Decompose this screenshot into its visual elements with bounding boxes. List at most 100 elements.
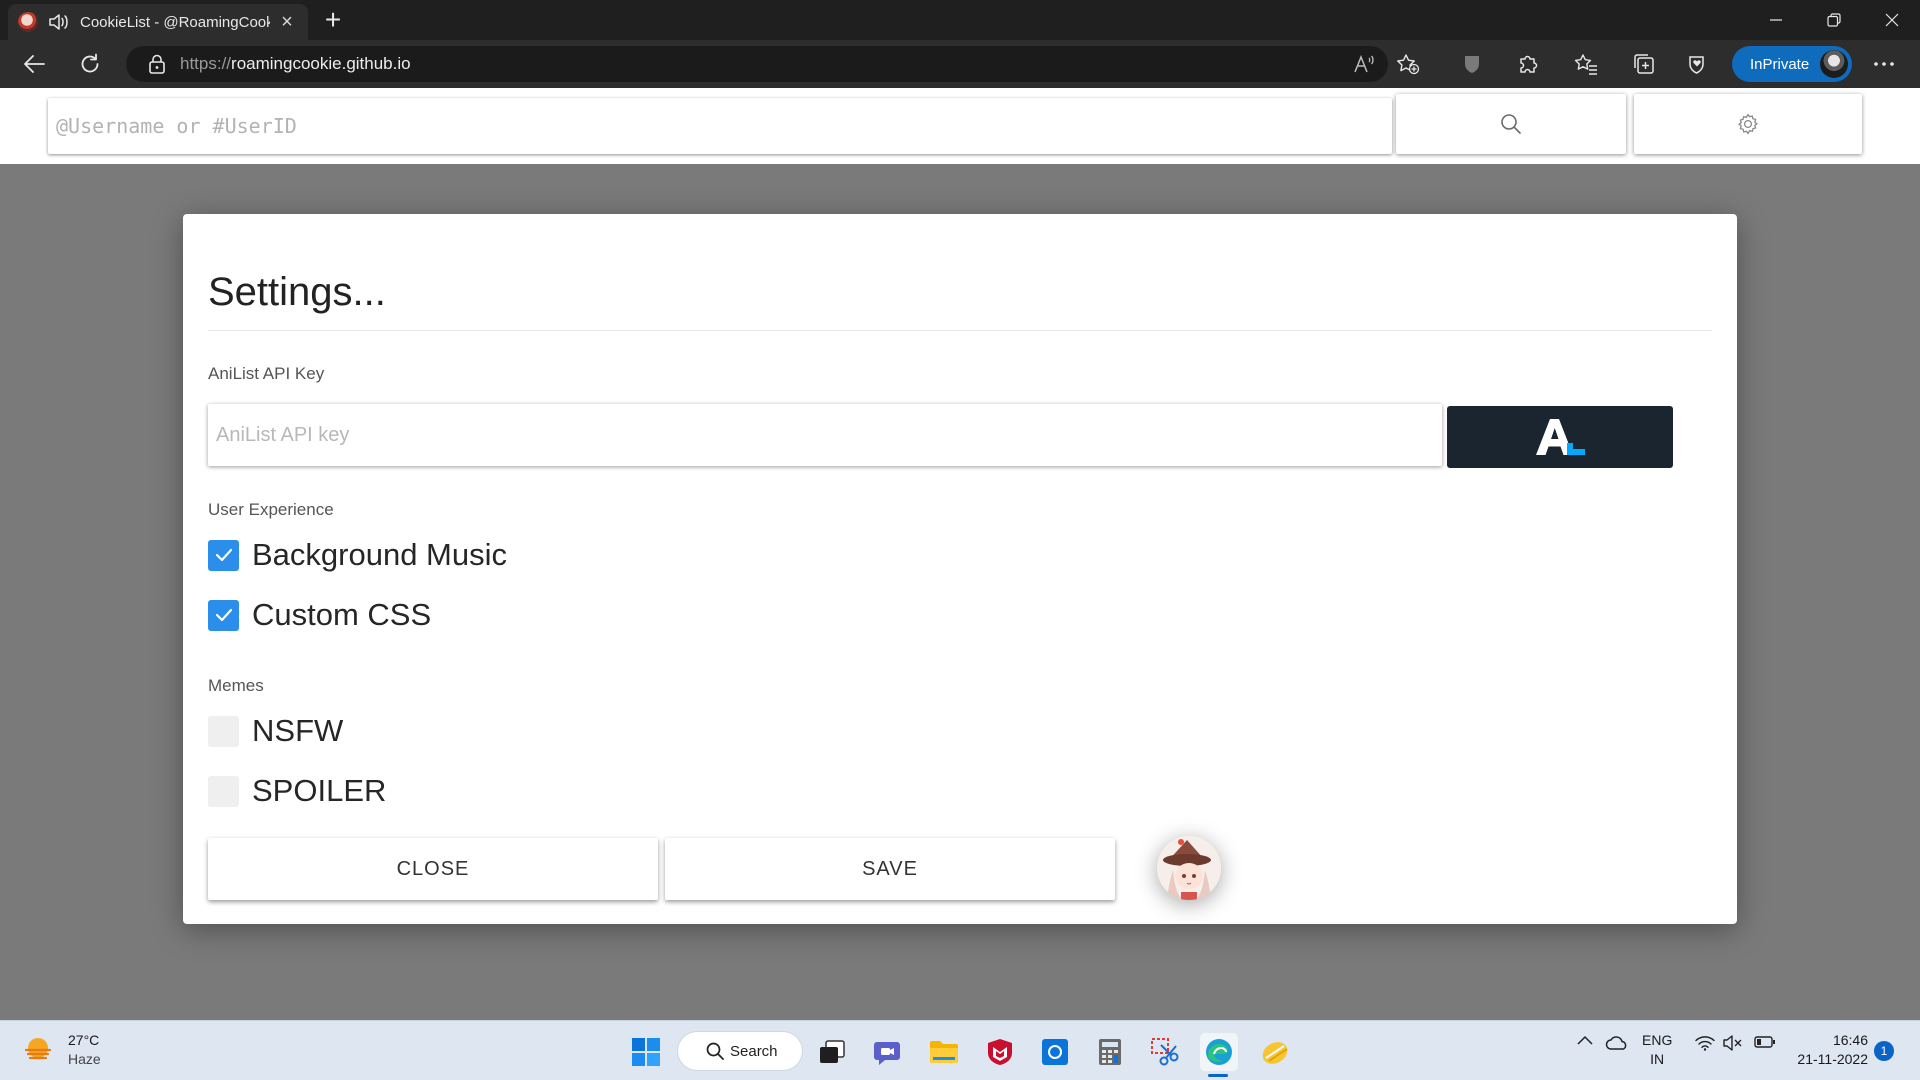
site-favicon-icon <box>18 12 38 32</box>
title-divider <box>208 330 1712 331</box>
app-button-2[interactable] <box>1256 1033 1294 1071</box>
start-button[interactable] <box>627 1033 665 1071</box>
tab-strip: CookieList - @RoamingCookie × + <box>0 0 1920 40</box>
inprivate-label: InPrivate <box>1750 55 1810 73</box>
gear-icon <box>1738 113 1758 135</box>
lock-icon[interactable] <box>148 54 166 74</box>
password-extension-button[interactable] <box>1454 48 1490 80</box>
taskbar-search-label: Search <box>730 1042 778 1060</box>
mcafee-button[interactable] <box>981 1033 1019 1071</box>
refresh-icon <box>81 53 99 73</box>
close-button[interactable]: CLOSE <box>208 838 658 900</box>
restore-button[interactable] <box>1806 0 1862 40</box>
spoiler-checkbox[interactable] <box>208 775 239 807</box>
shield-icon <box>1465 56 1479 73</box>
spoiler-label: SPOILER <box>252 773 387 808</box>
restore-icon <box>1827 13 1841 27</box>
show-hidden-icons-button[interactable] <box>1574 1035 1596 1045</box>
extensions-button[interactable] <box>1510 48 1546 80</box>
star-add-icon <box>1397 54 1420 75</box>
search-icon <box>1501 114 1521 134</box>
minimize-icon <box>1770 19 1782 21</box>
custom-css-option[interactable]: Custom CSS <box>208 597 432 632</box>
chat-icon <box>874 1042 900 1065</box>
read-aloud-button[interactable] <box>1346 48 1382 80</box>
app-square-icon <box>1042 1039 1068 1065</box>
background-music-checkbox[interactable] <box>208 539 239 571</box>
custom-css-checkbox[interactable] <box>208 599 239 631</box>
nsfw-checkbox[interactable] <box>208 715 239 747</box>
nsfw-label: NSFW <box>252 713 344 748</box>
battery-icon <box>1754 1036 1775 1048</box>
snipping-tool-button[interactable] <box>1146 1033 1184 1071</box>
wifi-button[interactable] <box>1694 1035 1716 1051</box>
heart-shield-icon <box>1689 56 1704 74</box>
audio-playing-icon[interactable] <box>48 12 70 32</box>
inprivate-badge[interactable]: InPrivate <box>1732 46 1852 82</box>
browser-tab[interactable]: CookieList - @RoamingCookie × <box>8 4 308 40</box>
mascot-image <box>1157 836 1221 900</box>
edge-button[interactable] <box>1200 1033 1238 1071</box>
file-explorer-button[interactable] <box>925 1033 963 1071</box>
settings-button[interactable] <box>1634 94 1862 154</box>
clock-date: 21-11-2022 <box>1797 1051 1868 1067</box>
weather-condition-text: Haze <box>68 1051 101 1067</box>
taskbar-search[interactable]: Search <box>678 1032 802 1070</box>
weather-widget[interactable]: 27°C Haze <box>22 1031 101 1069</box>
user-search-input[interactable] <box>48 98 1392 154</box>
teams-chat-button[interactable] <box>869 1033 907 1071</box>
ellipsis-icon <box>1874 62 1894 66</box>
back-button[interactable] <box>16 48 52 80</box>
clock[interactable]: 16:46 21-11-2022 <box>1792 1031 1868 1069</box>
search-button[interactable] <box>1396 94 1626 154</box>
api-key-input[interactable] <box>208 404 1442 466</box>
dialog-title: Settings... <box>208 270 386 314</box>
battery-button[interactable] <box>1752 1035 1778 1049</box>
chevron-up-icon <box>1577 1035 1593 1045</box>
add-favorite-button[interactable] <box>1390 48 1426 80</box>
refresh-button[interactable] <box>72 48 108 80</box>
tab-close-icon[interactable]: × <box>276 11 298 33</box>
clock-time: 16:46 <box>1832 1032 1868 1048</box>
background-music-label: Background Music <box>252 537 508 572</box>
address-bar-row: https://roamingcookie.github.io InPrivat… <box>0 40 1920 88</box>
volume-muted-icon <box>1723 1035 1742 1051</box>
task-view-icon <box>820 1040 845 1063</box>
onedrive-button[interactable] <box>1604 1035 1630 1051</box>
background-music-option[interactable]: Background Music <box>208 537 508 572</box>
volume-button[interactable] <box>1722 1035 1744 1051</box>
browser-essentials-button[interactable] <box>1680 48 1716 80</box>
notification-badge[interactable]: 1 <box>1874 1041 1894 1061</box>
more-menu-button[interactable] <box>1866 48 1902 80</box>
snipping-tool-icon <box>1151 1038 1179 1066</box>
language-indicator[interactable]: ENG IN <box>1642 1031 1672 1069</box>
url-field[interactable]: https://roamingcookie.github.io <box>126 46 1388 82</box>
save-button[interactable]: SAVE <box>665 838 1115 900</box>
favorites-icon <box>1574 54 1597 75</box>
puzzle-icon <box>1520 55 1538 73</box>
cloud-icon <box>1605 1036 1627 1050</box>
windows-taskbar: 27°C Haze Search ENG IN 16:46 21-11-2022… <box>0 1020 1920 1080</box>
calculator-button[interactable] <box>1091 1033 1129 1071</box>
task-view-button[interactable] <box>813 1033 851 1071</box>
app-button[interactable] <box>1036 1033 1074 1071</box>
windows-logo-icon <box>632 1038 660 1066</box>
favorites-button[interactable] <box>1568 48 1604 80</box>
collections-button[interactable] <box>1626 48 1662 80</box>
spoiler-option[interactable]: SPOILER <box>208 773 387 808</box>
checkmark-icon <box>215 548 232 562</box>
minimize-button[interactable] <box>1748 0 1804 40</box>
checkmark-icon <box>215 608 232 622</box>
wifi-icon <box>1695 1036 1715 1051</box>
close-icon <box>1885 13 1899 27</box>
nsfw-option[interactable]: NSFW <box>208 713 344 748</box>
mascot-avatar[interactable] <box>1157 836 1221 900</box>
close-window-button[interactable] <box>1864 0 1920 40</box>
edge-logo-icon <box>1206 1039 1232 1065</box>
tab-title: CookieList - @RoamingCookie <box>80 13 270 31</box>
page-viewport: Settings... AniList API Key AL User Expe… <box>0 88 1920 1020</box>
new-tab-button[interactable]: + <box>318 6 348 36</box>
anilist-login-button[interactable]: AL <box>1447 406 1673 468</box>
collections-icon <box>1634 54 1654 74</box>
custom-css-label: Custom CSS <box>252 597 432 632</box>
